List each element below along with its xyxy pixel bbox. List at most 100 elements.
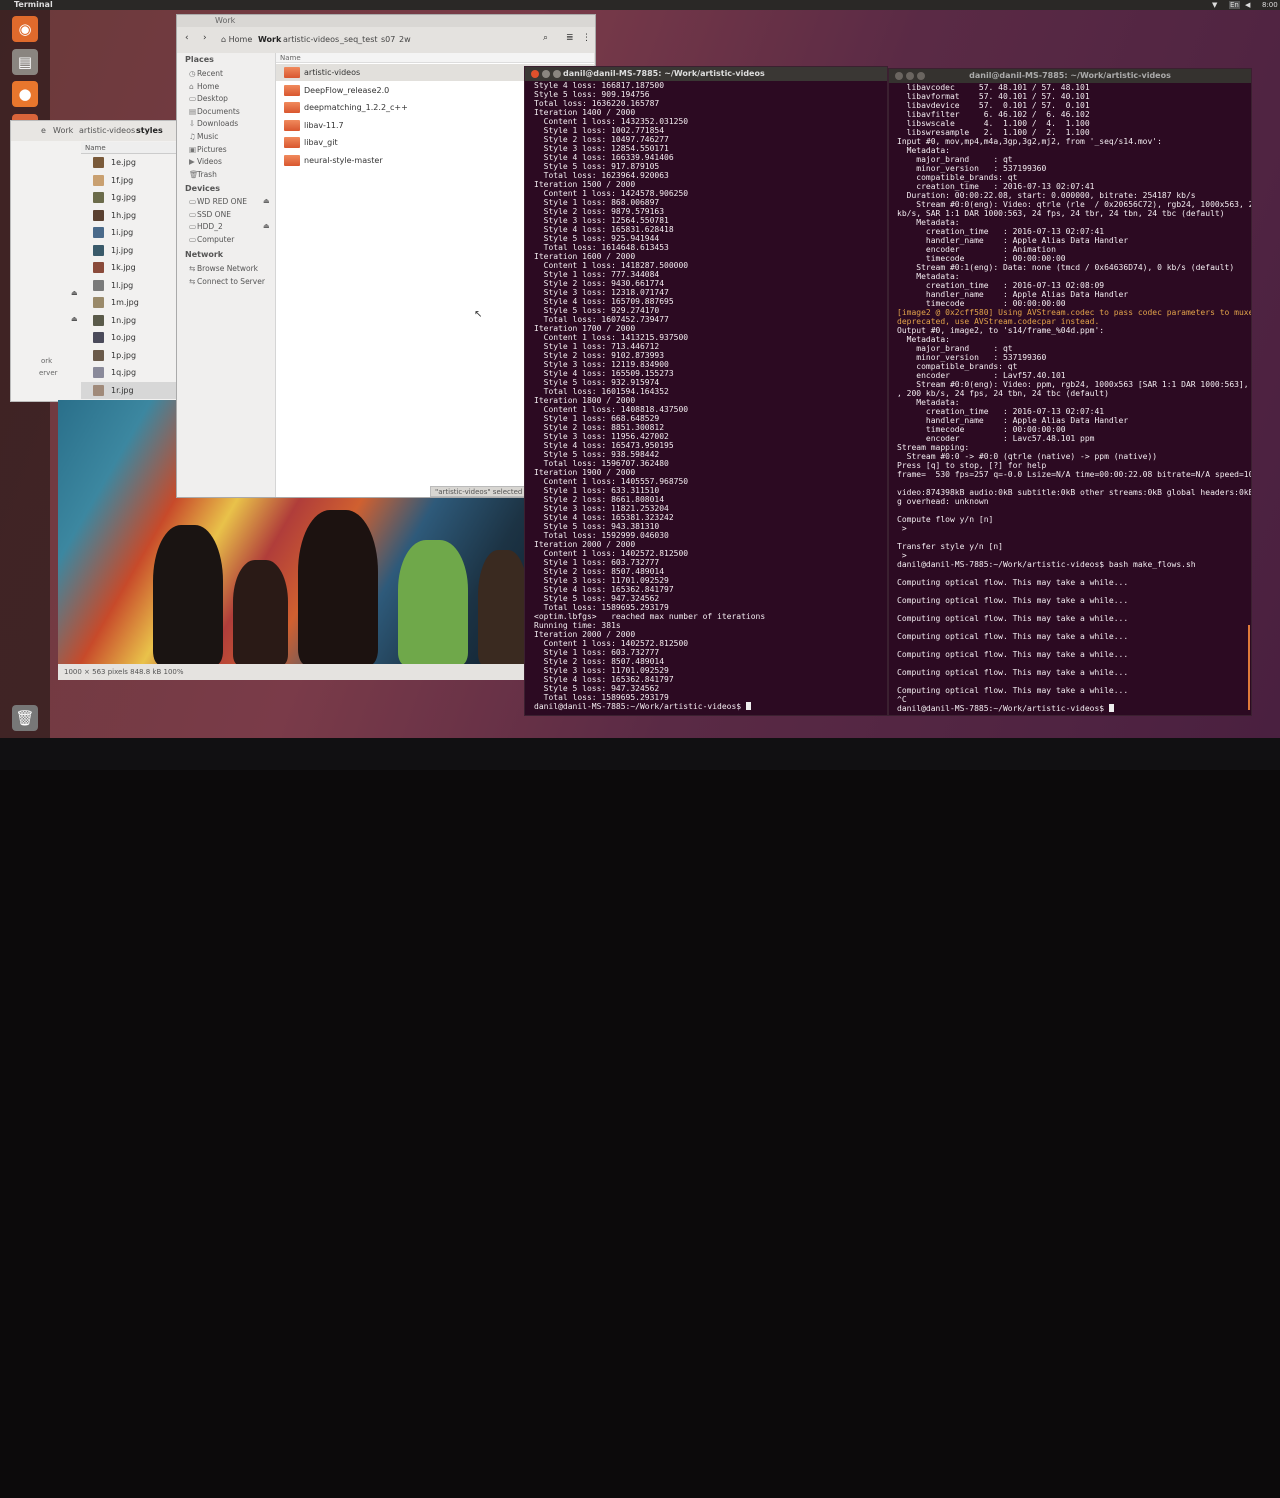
eject-icon[interactable]: ⏏ (71, 289, 78, 297)
terminal-titlebar[interactable]: danil@danil-MS-7885: ~/Work/artistic-vid… (889, 69, 1251, 83)
eject-icon[interactable]: ⏏ (71, 315, 78, 323)
sidebar-icon: ⇩ (189, 119, 196, 129)
keyboard-layout-indicator[interactable]: En (1229, 1, 1240, 9)
terminal-line: Metadata: (897, 272, 960, 281)
terminal-line: handler_name : Apple Alias Data Handler (897, 290, 1129, 299)
list-item[interactable]: 1o.jpg (81, 329, 177, 346)
sidebar-item-ssd-one[interactable]: ▭SSD ONE (189, 210, 231, 219)
breadcrumb-work[interactable]: Work (258, 35, 281, 44)
sidebar-item-connect-to-server[interactable]: ⇆ Connect to Server (189, 277, 265, 286)
terminal-line: Output #0, image2, to 's14/frame_%04d.pp… (897, 326, 1105, 335)
list-item[interactable]: 1j.jpg (81, 242, 177, 259)
file-name: 1g.jpg (111, 193, 137, 202)
terminal-line: Total loss: 1601594.164352 (534, 387, 669, 396)
sidebar-item-videos[interactable]: ▶ Videos (189, 157, 222, 166)
back-button[interactable]: ‹ (185, 33, 189, 43)
training-terminal[interactable]: danil@danil-MS-7885: ~/Work/artistic-vid… (524, 66, 888, 716)
files-icon[interactable]: ▤ (12, 48, 38, 75)
list-item[interactable]: 1h.jpg (81, 207, 177, 224)
sidebar-item-browse-network[interactable]: ⇆ Browse Network (189, 264, 258, 273)
breadcrumb-partial[interactable]: e (41, 126, 46, 135)
terminal-line: Style 5 loss: 932.915974 (534, 378, 660, 387)
terminal-titlebar[interactable]: danil@danil-MS-7885: ~/Work/artistic-vid… (525, 67, 887, 81)
terminal-output: libavcodec 57. 48.101 / 57. 48.101 libav… (893, 83, 1251, 715)
ubuntu-logo-icon[interactable]: ◉ (12, 16, 38, 42)
shell-prompt[interactable]: danil@danil-MS-7885:~/Work/artistic-vide… (897, 704, 1109, 713)
forward-button[interactable]: › (203, 33, 207, 43)
terminal-line: Iteration 1600 / 2000 (534, 252, 636, 261)
breadcrumb-artistic-videos[interactable]: artistic-videos (79, 126, 135, 135)
menu-icon[interactable]: ⋮ (582, 33, 591, 43)
terminal-line: Total loss: 1623964.920063 (534, 171, 669, 180)
terminal-line: Iteration 1400 / 2000 (534, 108, 636, 117)
list-item[interactable]: 1r.jpg (81, 381, 177, 399)
list-item[interactable]: 1f.jpg (81, 172, 177, 189)
terminal-line: <optim.lbfgs> reached max number of iter… (534, 612, 766, 621)
sidebar-item-hdd-2[interactable]: ▭HDD_2 (189, 222, 223, 231)
trash-icon[interactable]: 🗑 (12, 705, 38, 731)
sidebar-item-computer[interactable]: ▭Computer (189, 235, 234, 244)
drive-icon: ▭ (189, 197, 197, 206)
volume-icon[interactable]: ◀ (1245, 1, 1250, 9)
sidebar-item-pictures[interactable]: ▣Pictures (189, 145, 227, 154)
terminal-line: Computing optical flow. This may take a … (897, 686, 1129, 695)
name-column-header[interactable]: Name (81, 142, 177, 154)
sidebar-item-music[interactable]: ♫Music (189, 132, 218, 141)
minimize-icon[interactable] (542, 70, 550, 78)
terminal-line: creation_time : 2016-07-13 02:08:09 (897, 281, 1105, 290)
eject-icon[interactable]: ⏏ (263, 222, 270, 230)
sidebar-item-recent[interactable]: ◷Recent (189, 69, 223, 78)
breadcrumb-seq-test[interactable]: _seq_test (340, 35, 378, 44)
file-name: 1q.jpg (111, 368, 137, 377)
list-item[interactable]: 1e.jpg (81, 154, 177, 171)
list-item[interactable]: 1l.jpg (81, 277, 177, 294)
name-column-header[interactable]: Name (276, 53, 594, 63)
wifi-icon[interactable]: ▼ (1212, 1, 1217, 9)
terminal-line: Compute flow y/n [n] (897, 515, 994, 524)
search-icon[interactable]: ⌕ (543, 33, 548, 43)
terminal-line: libswscale 4. 1.100 / 4. 1.100 (897, 119, 1090, 128)
breadcrumb-2w[interactable]: 2w (399, 35, 411, 44)
terminal-line: Stream #0:0(eng): Video: ppm, rgb24, 100… (897, 380, 1251, 389)
files-titlebar[interactable]: Work (177, 15, 595, 27)
sidebar-item-home[interactable]: ⌂ Home (189, 82, 219, 91)
breadcrumb-artistic-videos[interactable]: artistic-videos (283, 35, 339, 44)
terminal-line: Metadata: (897, 218, 960, 227)
breadcrumb-home[interactable]: ⌂ Home (221, 35, 252, 44)
shell-prompt[interactable]: danil@danil-MS-7885:~/Work/artistic-vide… (534, 702, 746, 711)
list-item[interactable]: 1q.jpg (81, 364, 177, 381)
sidebar-item-downloads[interactable]: ⇩ Downloads (189, 119, 238, 128)
breadcrumb-styles[interactable]: styles (136, 126, 163, 135)
drive-icon: ▭ (189, 234, 197, 244)
terminal-line: Iteration 1900 / 2000 (534, 468, 636, 477)
sidebar-icon: ⇆ (189, 276, 196, 286)
sidebar-fragment: ork (41, 357, 53, 365)
mouse-pointer: ↖ (474, 309, 483, 320)
terminal-scroll-indicator[interactable] (1248, 625, 1250, 710)
eject-icon[interactable]: ⏏ (263, 197, 270, 205)
breadcrumb-s07[interactable]: s07 (381, 35, 395, 44)
list-item[interactable]: 1m.jpg (81, 294, 177, 311)
terminal-line: libavformat 57. 40.101 / 57. 40.101 (897, 92, 1090, 101)
breadcrumb-work[interactable]: Work (53, 126, 73, 135)
sidebar-item-documents[interactable]: ▤Documents (189, 107, 240, 116)
clock[interactable]: 8:00 (1262, 1, 1278, 9)
firefox-icon[interactable]: ● (12, 81, 38, 107)
maximize-icon[interactable] (553, 70, 561, 78)
sidebar-item-wd-red-one[interactable]: ▭WD RED ONE (189, 197, 247, 206)
terminal-line: encoder : Animation (897, 245, 1056, 254)
list-item[interactable]: 1k.jpg (81, 259, 177, 276)
terminal-line: minor_version : 537199360 (897, 353, 1047, 362)
list-item[interactable]: 1g.jpg (81, 189, 177, 206)
list-item[interactable]: 1n.jpg (81, 312, 177, 329)
sidebar-icon: ▤ (189, 106, 197, 116)
list-view-icon[interactable]: ≣ (566, 33, 574, 43)
sidebar-item-label: Trash (197, 169, 217, 179)
close-icon[interactable] (531, 70, 539, 78)
sidebar-item-trash[interactable]: 🗑Trash (189, 170, 217, 179)
list-item[interactable]: 1p.jpg (81, 347, 177, 364)
flow-terminal[interactable]: danil@danil-MS-7885: ~/Work/artistic-vid… (888, 68, 1252, 716)
terminal-line: > (897, 524, 907, 533)
sidebar-item-desktop[interactable]: ▭Desktop (189, 94, 228, 103)
list-item[interactable]: 1i.jpg (81, 224, 177, 241)
